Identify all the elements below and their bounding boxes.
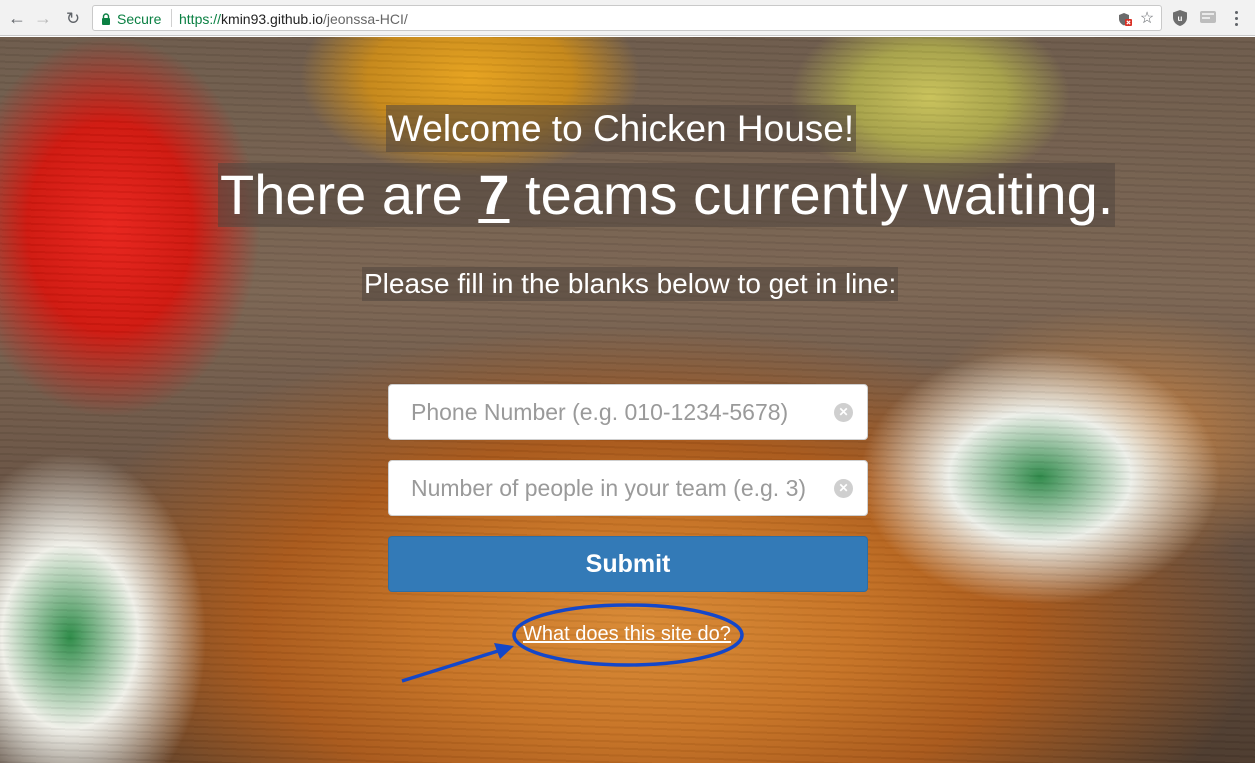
phone-input[interactable]: [389, 385, 829, 439]
reload-icon[interactable]: ↻: [62, 7, 84, 29]
waiting-suffix: teams currently waiting.: [509, 163, 1114, 226]
url-text[interactable]: https://kmin93.github.io/jeonssa-HCI/: [179, 11, 408, 27]
svg-text:u: u: [1178, 14, 1183, 23]
forward-arrow-icon[interactable]: →: [32, 7, 54, 29]
clear-icon[interactable]: ✕: [834, 403, 853, 422]
waiting-prefix: There are: [220, 163, 479, 226]
url-path: /jeonssa-HCI/: [322, 11, 408, 27]
waiting-status: There are 7 teams currently waiting.: [218, 163, 1116, 227]
instruction-text: Please fill in the blanks below to get i…: [362, 267, 899, 301]
page-title: Welcome to Chicken House!: [386, 105, 857, 152]
shield-blocked-icon[interactable]: [1117, 11, 1133, 27]
page-background: Welcome to Chicken House! There are 7 te…: [0, 37, 1255, 763]
team-size-field[interactable]: ✕: [388, 460, 868, 516]
star-icon[interactable]: ☆: [1139, 11, 1155, 27]
phone-field[interactable]: ✕: [388, 384, 868, 440]
submit-button[interactable]: Submit: [388, 536, 868, 592]
address-bar[interactable]: Secure https://kmin93.github.io/jeonssa-…: [92, 5, 1162, 31]
clear-icon[interactable]: ✕: [834, 479, 853, 498]
ublock-icon[interactable]: u: [1171, 9, 1189, 27]
waiting-count: 7: [478, 163, 510, 226]
more-menu-icon[interactable]: [1228, 8, 1244, 28]
secure-label: Secure: [117, 11, 162, 27]
extension-icon[interactable]: [1199, 9, 1217, 27]
url-separator: [171, 9, 172, 27]
lock-icon: [102, 13, 110, 25]
help-link[interactable]: What does this site do?: [523, 623, 731, 646]
url-host: kmin93.github.io: [221, 11, 323, 27]
back-arrow-icon[interactable]: ←: [6, 7, 28, 29]
team-size-input[interactable]: [389, 461, 829, 515]
url-scheme: https://: [179, 11, 222, 27]
browser-toolbar: ← → ↻ Secure https://kmin93.github.io/je…: [0, 0, 1255, 36]
